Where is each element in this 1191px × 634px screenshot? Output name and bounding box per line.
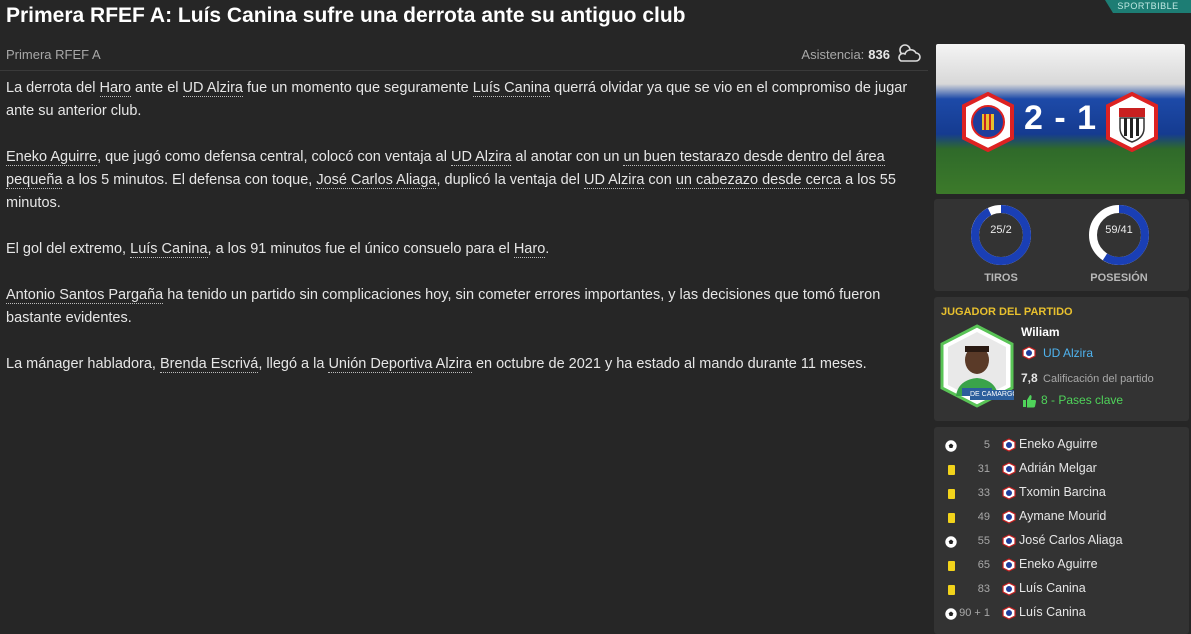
team-link[interactable]: UD Alzira — [583, 172, 645, 189]
event-minute: 65 — [977, 559, 990, 571]
shots-value: 25/2 — [990, 224, 1012, 236]
possession-value: 59/41 — [1105, 224, 1133, 236]
goal-icon — [945, 536, 957, 551]
event-minute: 5 — [983, 439, 990, 451]
match-scoreboard[interactable]: 2 - 1 — [936, 44, 1185, 194]
event-player[interactable]: Luís Canina — [1019, 605, 1086, 619]
player-card-name: DE CAMARGO — [970, 390, 1014, 400]
potm-player-name[interactable]: Wiliam — [1021, 325, 1060, 339]
player-of-the-match-panel[interactable]: JUGADOR DEL PARTIDO DE CAMARGO Wiliam UD… — [934, 297, 1189, 421]
event-minute: 83 — [977, 583, 990, 595]
potm-rating-label: Calificación del partido — [1043, 373, 1154, 385]
potm-heading: JUGADOR DEL PARTIDO — [941, 306, 1073, 318]
event-minute: 55 — [977, 535, 990, 547]
attendance: Asistencia: 836 — [801, 47, 890, 62]
event-player[interactable]: Aymane Mourid — [1019, 509, 1106, 523]
event-player[interactable]: Luís Canina — [1019, 581, 1086, 595]
possession-label: POSESIÓN — [1090, 272, 1148, 284]
event-player[interactable]: Txomin Barcina — [1019, 485, 1106, 499]
yellow-card-icon — [945, 488, 957, 503]
potm-rating: 7,8 Calificación del partido — [1021, 371, 1154, 385]
team-link[interactable]: Haro — [99, 80, 131, 97]
club-crest-icon — [1002, 486, 1016, 503]
club-crest-icon — [1002, 558, 1016, 575]
stat-possession[interactable]: 59/41 POSESIÓN — [1069, 199, 1169, 284]
article-body: La derrota del Haro ante el UD Alzira fu… — [6, 77, 922, 399]
competition-label[interactable]: Primera RFEF A — [6, 47, 101, 62]
event-row[interactable]: 49 Aymane Mourid — [934, 507, 1189, 531]
yellow-card-icon — [945, 464, 957, 479]
event-minute: 49 — [977, 511, 990, 523]
article-paragraph: La derrota del Haro ante el UD Alzira fu… — [6, 80, 908, 119]
stat-shots[interactable]: 25/2 TIROS — [951, 199, 1051, 284]
match-meta: Primera RFEF A Asistencia: 836 — [6, 44, 922, 65]
event-player[interactable]: Eneko Aguirre — [1019, 437, 1098, 451]
event-minute: 90 + 1 — [959, 607, 990, 619]
club-crest-icon — [1002, 534, 1016, 551]
weather-cloudy-icon — [898, 44, 921, 62]
article-paragraph: Antonio Santos Pargaña ha tenido un part… — [6, 287, 881, 326]
header-divider — [0, 70, 928, 71]
yellow-card-icon — [945, 512, 957, 527]
event-row[interactable]: 31 Adrián Melgar — [934, 459, 1189, 483]
goal-icon — [945, 608, 957, 623]
event-player[interactable]: José Carlos Aliaga — [1019, 533, 1123, 547]
team-link[interactable]: UD Alzira — [182, 80, 243, 97]
player-link[interactable]: Luís Canina — [130, 241, 208, 258]
team-link[interactable]: Unión Deportiva Alzira — [328, 356, 472, 373]
attendance-value: 836 — [868, 47, 890, 62]
shots-label: TIROS — [984, 272, 1018, 284]
article-paragraph: La mánager habladora, Brenda Escrivá, ll… — [6, 356, 867, 373]
event-minute: 31 — [977, 463, 990, 475]
event-row[interactable]: 33 Txomin Barcina — [934, 483, 1189, 507]
potm-key-passes: 8 - Pases clave — [1041, 393, 1124, 407]
manager-link[interactable]: Brenda Escrivá — [159, 356, 259, 373]
yellow-card-icon — [945, 584, 957, 599]
brand-tab[interactable]: SPORTBIBLE — [1105, 0, 1191, 13]
referee-link[interactable]: Antonio Santos Pargaña — [6, 287, 164, 304]
match-stats-panel: 25/2 TIROS 59/41 POSESIÓN — [934, 199, 1189, 291]
event-player[interactable]: Eneko Aguirre — [1019, 557, 1098, 571]
event-row[interactable]: 83 Luís Canina — [934, 579, 1189, 603]
player-link[interactable]: Eneko Aguirre — [6, 149, 98, 166]
event-row[interactable]: 5 Eneko Aguirre — [934, 435, 1189, 459]
club-crest-icon — [1002, 582, 1016, 599]
potm-rating-value: 7,8 — [1021, 371, 1038, 385]
article-paragraph: Eneko Aguirre, que jugó como defensa cen… — [6, 149, 896, 211]
team-link[interactable]: UD Alzira — [450, 149, 512, 166]
event-row[interactable]: 65 Eneko Aguirre — [934, 555, 1189, 579]
player-link[interactable]: José Carlos Aliaga — [316, 172, 437, 189]
match-events-panel: 5 Eneko Aguirre 31 Adrián Melgar 33 Txomin Ba… — [934, 427, 1189, 634]
highlight-link[interactable]: un cabezazo desde cerca — [675, 172, 842, 189]
goal-icon — [945, 440, 957, 455]
event-minute: 33 — [977, 487, 990, 499]
away-crest-icon[interactable] — [1102, 92, 1162, 152]
event-player[interactable]: Adrián Melgar — [1019, 461, 1097, 475]
player-link[interactable]: Luís Canina — [472, 80, 551, 97]
club-crest-icon — [1002, 462, 1016, 479]
event-row[interactable]: 90 + 1 Luís Canina — [934, 603, 1189, 627]
club-crest-icon — [1002, 606, 1016, 623]
team-link[interactable]: Haro — [513, 241, 546, 258]
yellow-card-icon — [945, 560, 957, 575]
thumbs-up-icon — [1023, 395, 1036, 408]
article-paragraph: El gol del extremo, Luís Canina, a los 9… — [6, 241, 550, 258]
page-title: Primera RFEF A: Luís Canina sufre una de… — [6, 4, 686, 27]
attendance-label: Asistencia: — [801, 47, 865, 62]
club-crest-icon — [1002, 510, 1016, 527]
potm-club-link[interactable]: UD Alzira — [1043, 346, 1093, 360]
club-crest-icon — [1002, 438, 1016, 455]
event-row[interactable]: 55 José Carlos Aliaga — [934, 531, 1189, 555]
club-crest-icon — [1022, 346, 1036, 360]
